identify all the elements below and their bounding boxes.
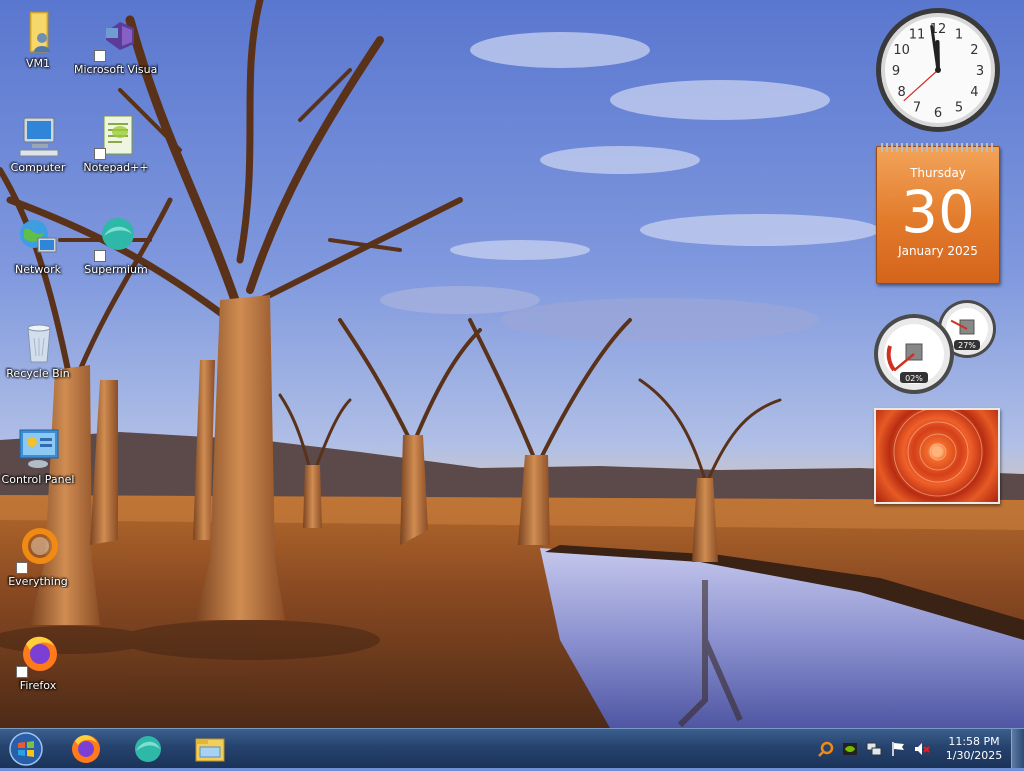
- memory-percent-label: 27%: [958, 341, 976, 350]
- control-panel-icon: [14, 424, 62, 472]
- desktop-icon-supermium[interactable]: Supermium: [74, 214, 158, 276]
- shortcut-arrow-icon: [16, 562, 28, 574]
- desktop-icon-label: VM1: [0, 57, 80, 70]
- desktop-icon-label: Notepad++: [74, 161, 158, 174]
- desktop-icon-everything[interactable]: Everything: [0, 526, 80, 588]
- folder-user-icon: [14, 8, 62, 56]
- action-center-flag-icon[interactable]: [890, 741, 906, 757]
- calendar-gadget[interactable]: Thursday 30 January 2025: [876, 146, 1000, 284]
- taskbar-app-supermium[interactable]: [122, 731, 174, 767]
- desktop-icon-computer[interactable]: Computer: [0, 112, 80, 174]
- volume-muted-icon[interactable]: [914, 741, 930, 757]
- clock-numeral: 7: [913, 100, 921, 115]
- desktop-icon-firefox[interactable]: Firefox: [0, 630, 80, 692]
- desktop-icon-label: Everything: [0, 575, 80, 588]
- clock-numeral: 3: [976, 64, 984, 79]
- desktop-icon-control-panel[interactable]: Control Panel: [0, 424, 80, 486]
- windows-start-orb-icon: [6, 731, 46, 767]
- cpu-gauge: 02%: [874, 314, 954, 394]
- desktop-icon-visual-studio[interactable]: Microsoft Visual Stud...: [74, 14, 158, 76]
- clock-numeral: 2: [970, 43, 978, 58]
- shortcut-arrow-icon: [94, 50, 106, 62]
- cpu-meter-gadget[interactable]: 27% 02%: [872, 298, 1002, 394]
- clock-gadget[interactable]: 123456789101112: [874, 6, 1002, 134]
- clock-numeral: 10: [893, 43, 910, 58]
- everything-search-icon[interactable]: [818, 741, 834, 757]
- desktop-icon-label: Computer: [0, 161, 80, 174]
- desktop-icon-label: Control Panel: [0, 473, 80, 486]
- clock-numeral: 1: [955, 28, 963, 43]
- recycle-bin-icon: [14, 318, 62, 366]
- clock-numeral: 5: [955, 100, 963, 115]
- clock-numeral: 8: [897, 85, 905, 100]
- clock-numeral: 4: [970, 85, 978, 100]
- slideshow-gadget[interactable]: [874, 408, 1000, 504]
- cpu-percent-label: 02%: [905, 374, 923, 383]
- clock-numeral: 9: [892, 64, 900, 79]
- desktop-icon-notepadpp[interactable]: Notepad++: [74, 112, 158, 174]
- system-tray: 11:58 PM 1/30/2025: [814, 729, 1024, 769]
- clock-numeral: 6: [934, 106, 942, 121]
- shortcut-arrow-icon: [94, 250, 106, 262]
- clock-numeral: 11: [909, 28, 926, 43]
- tray-date[interactable]: 1/30/2025: [944, 749, 1004, 762]
- taskbar-app-explorer[interactable]: [184, 731, 236, 767]
- network-icon: [14, 214, 62, 262]
- desktop-icon-recycle-bin[interactable]: Recycle Bin: [0, 318, 80, 380]
- desktop-icon-network[interactable]: Network: [0, 214, 80, 276]
- computer-icon: [14, 112, 62, 160]
- supermium-browser-icon: [122, 731, 174, 767]
- start-button[interactable]: [6, 731, 46, 767]
- calendar-date: 30: [877, 180, 999, 244]
- shortcut-arrow-icon: [94, 148, 106, 160]
- calendar-month-year: January 2025: [877, 244, 999, 258]
- network-status-icon[interactable]: [866, 741, 882, 757]
- desktop-icon-label: Microsoft Visual Stud...: [74, 63, 158, 76]
- desktop-icon-label: Firefox: [0, 679, 80, 692]
- shortcut-arrow-icon: [16, 666, 28, 678]
- calendar-binding: [881, 143, 995, 152]
- tray-time[interactable]: 11:58 PM: [944, 735, 1004, 748]
- file-explorer-icon: [184, 731, 236, 767]
- red-flower-photo: [876, 410, 998, 502]
- nvidia-icon[interactable]: [842, 741, 858, 757]
- taskbar-app-firefox[interactable]: [60, 731, 112, 767]
- desktop-icon-label: Recycle Bin: [0, 367, 80, 380]
- taskbar: 11:58 PM 1/30/2025: [0, 728, 1024, 768]
- desktop-icon-vm1[interactable]: VM1: [0, 8, 80, 70]
- desktop-icon-label: Network: [0, 263, 80, 276]
- show-desktop-button[interactable]: [1011, 729, 1024, 768]
- firefox-icon: [60, 731, 112, 767]
- desktop-icon-label: Supermium: [74, 263, 158, 276]
